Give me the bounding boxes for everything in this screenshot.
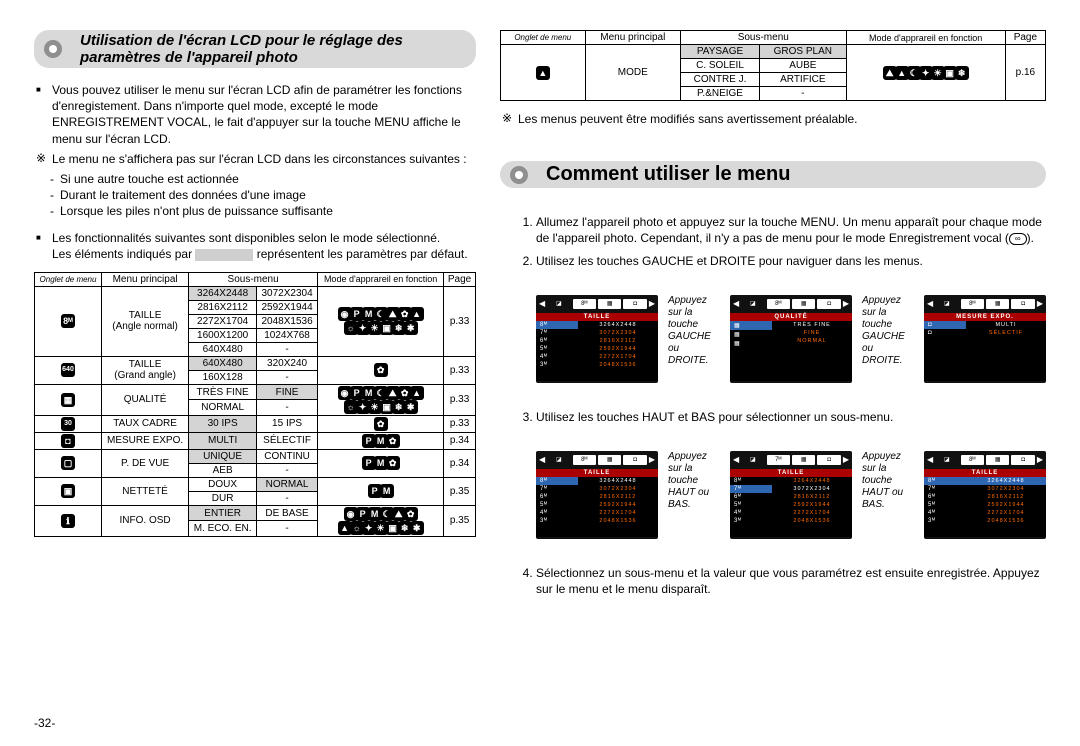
- settings-table-right: Onglet de menu Menu principal Sous-menu …: [500, 30, 1046, 101]
- record-icon: ∞: [1009, 233, 1027, 245]
- steps-list: Allumez l'appareil photo et appuyez sur …: [500, 214, 1046, 275]
- label-mode: MODE: [585, 45, 680, 101]
- page-title: Utilisation de l'écran LCD pour le régla…: [80, 32, 403, 66]
- th-sous: Sous-menu: [189, 272, 318, 286]
- step-3: Utilisez les touches HAUT et BAS pour sé…: [536, 409, 1046, 425]
- title-dot-icon: [44, 40, 62, 58]
- label-qualite: QUALITÉ: [102, 384, 189, 415]
- lcd-note-1: Appuyez sur la touche GAUCHE ou DROITE.: [668, 295, 720, 367]
- icon-mesure: ◘: [35, 432, 102, 449]
- icon-infoosd: ℹ: [35, 505, 102, 536]
- step-4: Sélectionnez un sous-menu et la valeur q…: [536, 565, 1046, 597]
- page-number: -32-: [34, 716, 55, 730]
- lcd-screen-6: ◀◪8ᴹ▦◘▶ TAILLE 8ᴹ 7ᴹ 6ᴹ 5ᴹ 4ᴹ 3ᴹ 3264X24…: [924, 451, 1046, 539]
- default-chip: [195, 249, 253, 261]
- label-pdevue: P. DE VUE: [102, 449, 189, 477]
- th-onglet: Onglet de menu: [35, 272, 102, 286]
- label-nettete: NETTETÉ: [102, 477, 189, 505]
- label-taux: TAUX CADRE: [102, 415, 189, 432]
- section-title-pill: Comment utiliser le menu: [500, 161, 1046, 188]
- settings-table: Onglet de menu Menu principal Sous-menu …: [34, 272, 476, 537]
- lcd-screen-4: ◀◪8ᴹ▦◘▶ TAILLE 8ᴹ 7ᴹ 6ᴹ 5ᴹ 4ᴹ 3ᴹ 3264X24…: [536, 451, 658, 539]
- note-item-3: Lorsque les piles n'ont plus de puissanc…: [34, 203, 476, 219]
- mode-icons-row-2: ✿: [318, 356, 444, 384]
- lcd-row-1: ◀◪8ᴹ▦◘▶ TAILLE 8ᴹ 7ᴹ 6ᴹ 5ᴹ 4ᴹ 3ᴹ 3264X24…: [536, 295, 1046, 383]
- mode-icons-row-3: ◉PM☾⛰✿▲ ☼✦☀▣❄✱: [318, 384, 444, 415]
- label-infoosd: INFO. OSD: [102, 505, 189, 536]
- section-dot-icon: [510, 166, 528, 184]
- steps-list-2: Utilisez les touches HAUT et BAS pour sé…: [500, 409, 1046, 431]
- label-taille-normal: TAILLE(Angle normal): [102, 286, 189, 356]
- note-paragraph: Le menu ne s'affichera pas sur l'écran L…: [34, 151, 476, 167]
- icon-qualite: ▦: [35, 384, 102, 415]
- steps-list-3: Sélectionnez un sous-menu et la valeur q…: [500, 565, 1046, 603]
- icon-taux: 30: [35, 415, 102, 432]
- mode-icons-row-1: ◉PM☾⛰✿▲ ☼✦☀▣❄✱: [318, 286, 444, 356]
- mode-icons-row-r: ⛰▲☾✦☀▣❄: [846, 45, 1005, 101]
- icon-mode: ▲: [501, 45, 586, 101]
- lcd-row-2: ◀◪8ᴹ▦◘▶ TAILLE 8ᴹ 7ᴹ 6ᴹ 5ᴹ 4ᴹ 3ᴹ 3264X24…: [536, 451, 1046, 539]
- label-mesure: MESURE EXPO.: [102, 432, 189, 449]
- page-title-pill: Utilisation de l'écran LCD pour le régla…: [34, 30, 476, 68]
- th-page: Page: [444, 272, 476, 286]
- icon-nettete: ▣: [35, 477, 102, 505]
- note-item-2: Durant le traitement des données d'une i…: [34, 187, 476, 203]
- lcd-note-4: Appuyez sur la touche HAUT ou BAS.: [862, 451, 914, 511]
- lcd-screen-2: ◀◪8ᴹ▦◘▶ QUALITÉ ▦▦▦ TRÈS FINE FINE NORMA…: [730, 295, 852, 383]
- intro-paragraph: Vous pouvez utiliser le menu sur l'écran…: [34, 82, 476, 147]
- section-title: Comment utiliser le menu: [546, 163, 791, 185]
- th-principal: Menu principal: [102, 272, 189, 286]
- features-intro: Les fonctionnalités suivantes sont dispo…: [34, 230, 476, 262]
- th-mode: Mode d'apprareil en fonction: [318, 272, 444, 286]
- lcd-screen-5: ◀◪7ᴹ▦◘▶ TAILLE 8ᴹ 7ᴹ 6ᴹ 5ᴹ 4ᴹ 3ᴹ 3264X24…: [730, 451, 852, 539]
- lcd-screen-1: ◀◪8ᴹ▦◘▶ TAILLE 8ᴹ 7ᴹ 6ᴹ 5ᴹ 4ᴹ 3ᴹ 3264X24…: [536, 295, 658, 383]
- page-taille-normal: p.33: [444, 286, 476, 356]
- note-item-1: Si une autre touche est actionnée: [34, 171, 476, 187]
- icon-pdevue: ▢: [35, 449, 102, 477]
- note-right: Les menus peuvent être modifiés sans ave…: [500, 111, 1046, 127]
- icon-taille-8m: 8ᴹ: [35, 286, 102, 356]
- lcd-note-3: Appuyez sur la touche HAUT ou BAS.: [668, 451, 720, 511]
- step-2: Utilisez les touches GAUCHE et DROITE po…: [536, 253, 1046, 269]
- step-1: Allumez l'appareil photo et appuyez sur …: [536, 214, 1046, 246]
- label-taille-grand: TAILLE(Grand angle): [102, 356, 189, 384]
- lcd-screen-3: ◀◪8ᴹ▦◘▶ MESURE EXPO. ◘◘ MULTI SÉLECTIF: [924, 295, 1046, 383]
- icon-taille-640: 640: [35, 356, 102, 384]
- lcd-note-2: Appuyez sur la touche GAUCHE ou DROITE.: [862, 295, 914, 367]
